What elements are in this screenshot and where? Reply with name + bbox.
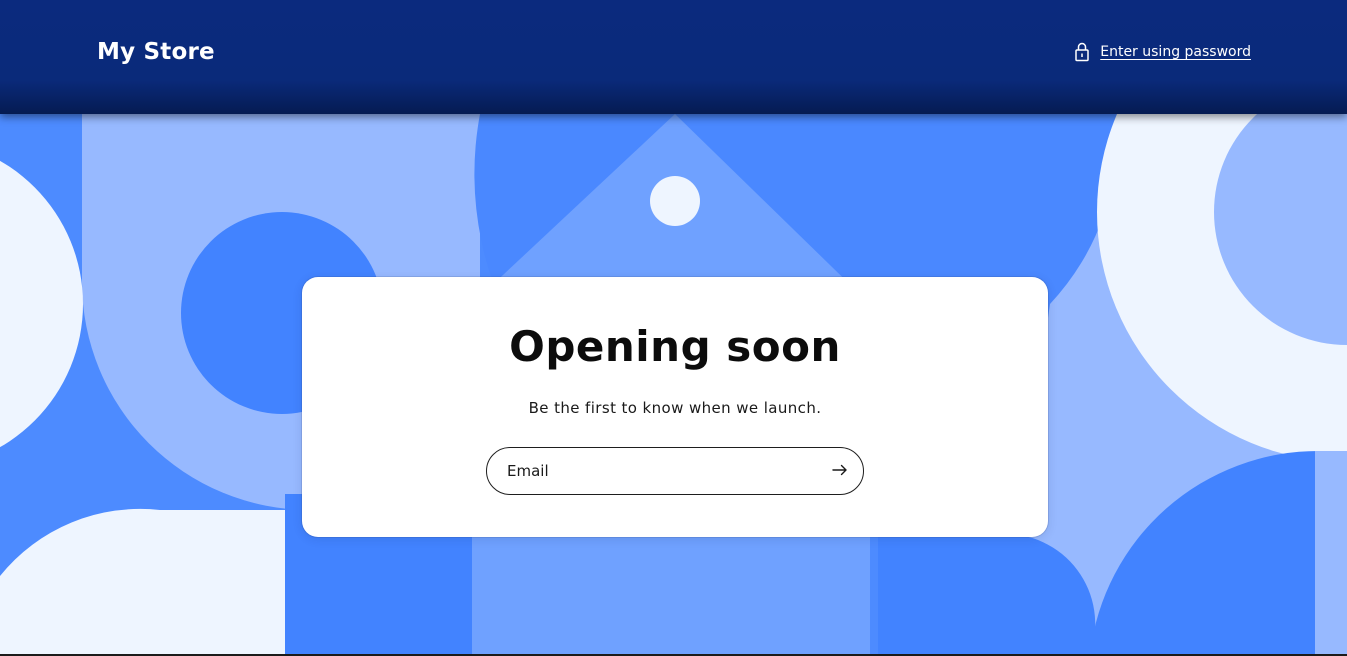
page-title: Opening soon (509, 322, 841, 371)
opening-soon-card: Opening soon Be the first to know when w… (302, 277, 1048, 537)
email-input[interactable] (507, 458, 807, 484)
submit-email-button[interactable] (823, 454, 857, 488)
store-logo[interactable]: My Store (97, 36, 215, 68)
site-header: My Store Enter using password (0, 0, 1347, 114)
newsletter-form (486, 447, 864, 495)
enter-password-label: Enter using password (1100, 44, 1251, 60)
lock-icon (1074, 42, 1090, 62)
page-subtext: Be the first to know when we launch. (528, 399, 822, 417)
enter-password-link[interactable]: Enter using password (1074, 42, 1251, 62)
arrow-right-icon (832, 464, 848, 479)
